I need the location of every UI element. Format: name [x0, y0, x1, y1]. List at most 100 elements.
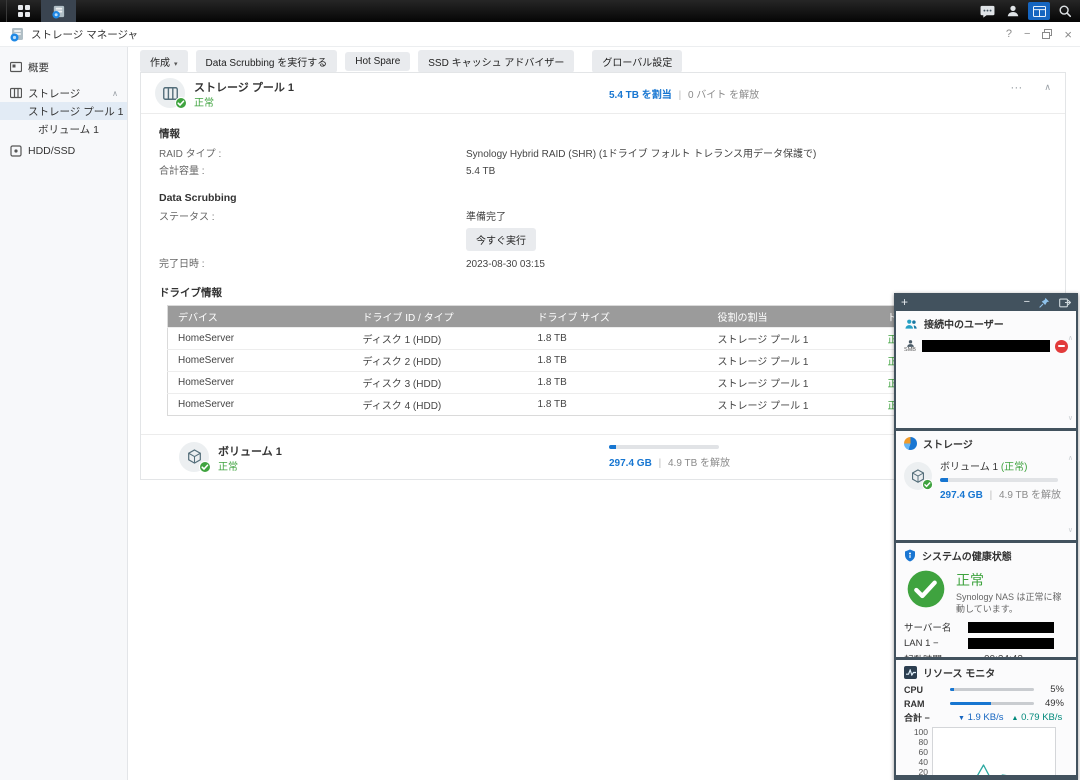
connected-user-row: SMB [903, 339, 1068, 354]
health-status: 正常 [956, 570, 1068, 590]
chart-y-axis: 100806040200 [896, 727, 932, 775]
scrubbing-status-label: ステータス : [159, 209, 466, 226]
health-description: Synology NAS は正常に稼動しています。 [956, 592, 1068, 615]
widget-resource-monitor: リソース モニタ CPU 5% RAM 49% 合計 − ▼ 1.9 KB/s … [896, 660, 1076, 775]
widget-title: システムの健康状態 [922, 548, 1012, 563]
pin-icon[interactable] [1039, 297, 1050, 308]
users-icon [904, 318, 918, 330]
person-icon [1006, 4, 1020, 18]
show-desktop-button[interactable] [0, 0, 7, 22]
scroll-up-icon[interactable]: ∧ [1068, 335, 1073, 342]
widget-volume-status: (正常) [1001, 462, 1028, 473]
run-data-scrubbing-button[interactable]: Data Scrubbing を実行する [196, 50, 338, 73]
widget-title: リソース モニタ [923, 665, 995, 680]
widgets-button[interactable] [1028, 2, 1050, 20]
scroll-down-icon[interactable]: ∨ [1068, 415, 1073, 422]
widget-storage: ストレージ ボリューム 1 (正常) 297.4 GB | 4.9 TB を解放 [896, 431, 1076, 540]
close-button[interactable]: × [1064, 28, 1072, 41]
ram-usage-bar [950, 702, 1034, 705]
resource-monitor-icon [904, 666, 917, 679]
user-menu-button[interactable] [1002, 2, 1024, 20]
cpu-usage-bar [950, 688, 1034, 691]
widget-volume-bar [940, 478, 1058, 482]
taskbar [0, 0, 1080, 22]
volume-free: 4.9 TB を解放 [668, 458, 730, 469]
network-history-line [933, 765, 1053, 775]
create-button[interactable]: 作成▾ [140, 50, 188, 73]
hdd-icon [10, 145, 22, 157]
widget-volume-name: ボリューム 1 (正常) [940, 458, 1070, 473]
sidebar-item-label: ボリューム 1 [38, 122, 99, 137]
network-total-label: 合計 − [904, 711, 950, 724]
completed-date-label: 完了日時 : [159, 256, 466, 273]
healthy-check-icon [175, 97, 187, 109]
healthy-check-icon [199, 461, 211, 473]
collapse-icon[interactable]: ∧ [1044, 83, 1051, 93]
info-heading: 情報 [159, 126, 1065, 141]
healthy-check-icon [922, 479, 934, 491]
scroll-down-icon[interactable]: ∨ [1068, 527, 1073, 534]
sidebar-item-hdd-ssd[interactable]: HDD/SSD [0, 142, 127, 160]
widget-volume-free: 4.9 TB を解放 [999, 490, 1061, 501]
storage-icon [10, 87, 22, 99]
storage-manager-window-icon [9, 26, 25, 42]
volume-icon [179, 442, 209, 472]
capacity-label: 合計容量 : [159, 163, 466, 180]
panel-minimize-button[interactable]: − [1024, 296, 1030, 308]
server-name-label: サーバー名 [904, 620, 968, 634]
help-button[interactable]: ? [1006, 29, 1012, 40]
taskbar-storage-manager-app[interactable] [41, 0, 76, 22]
sidebar-item-label: 概要 [28, 60, 49, 75]
redacted-ip-address [968, 638, 1054, 649]
ram-label: RAM [904, 699, 950, 709]
main-menu-button[interactable] [7, 0, 41, 22]
global-settings-button[interactable]: グローバル設定 [592, 50, 682, 73]
sidebar: 概要 ストレージ ∧ ストレージ プール 1 ボリューム 1 HDD/SSD [0, 46, 128, 780]
chat-bubble-icon [980, 5, 995, 18]
volume-used: 297.4 GB [609, 458, 652, 469]
storage-pool-status: 正常 [194, 94, 214, 109]
search-button[interactable] [1054, 2, 1076, 20]
data-scrubbing-heading: Data Scrubbing [159, 192, 1065, 204]
widget-connected-users: 接続中のユーザー SMB ∧ ∨ [896, 311, 1076, 428]
chevron-up-icon[interactable]: ∧ [112, 89, 118, 98]
storage-pie-icon [904, 437, 917, 450]
sidebar-item-storage-pool-1[interactable]: ストレージ プール 1 [0, 102, 127, 120]
download-speed: 1.9 KB/s [968, 712, 1004, 723]
notifications-button[interactable] [976, 2, 998, 20]
overview-icon [10, 61, 22, 73]
restore-button[interactable] [1042, 29, 1052, 39]
volume-title: ボリューム 1 [218, 443, 282, 459]
redacted-username [922, 340, 1050, 352]
widget-volume-used: 297.4 GB [940, 490, 983, 501]
storage-manager-app-icon [51, 4, 66, 19]
completed-date-value: 2023-08-30 03:15 [466, 256, 1065, 273]
volume-status: 正常 [218, 458, 238, 473]
more-actions-icon[interactable]: ··· [1010, 81, 1022, 93]
capacity-value: 5.4 TB [466, 163, 1065, 180]
raid-type-value: Synology Hybrid RAID (SHR) (1ドライブ フォルト ト… [466, 146, 1065, 163]
hot-spare-button[interactable]: Hot Spare [345, 52, 410, 71]
sidebar-item-label: HDD/SSD [28, 145, 75, 157]
sidebar-item-overview[interactable]: 概要 [0, 58, 127, 76]
widget-title: 接続中のユーザー [924, 316, 1004, 331]
scroll-up-icon[interactable]: ∧ [1068, 455, 1073, 462]
minimize-button[interactable]: − [1024, 29, 1030, 40]
add-widget-button[interactable]: + [901, 295, 908, 309]
widget-title: ストレージ [923, 436, 973, 451]
shield-icon [904, 549, 916, 562]
sidebar-item-label: ストレージ プール 1 [28, 104, 123, 119]
pool-freed: 0 バイト を解放 [688, 90, 759, 101]
uptime-value: 00:24:43 [968, 654, 1068, 657]
window-header: ストレージ マネージャ ? − × [0, 22, 1080, 47]
health-ok-icon [906, 569, 946, 615]
run-now-button[interactable]: 今すぐ実行 [466, 228, 536, 251]
sidebar-item-storage[interactable]: ストレージ ∧ [0, 84, 127, 102]
disconnect-user-button[interactable] [1055, 340, 1068, 353]
detach-panel-icon[interactable] [1059, 297, 1071, 308]
user-connection-icon: SMB [903, 339, 917, 354]
raid-type-label: RAID タイプ : [159, 146, 466, 163]
ssd-cache-advisor-button[interactable]: SSD キャッシュ アドバイザー [418, 50, 574, 73]
sidebar-item-volume-1[interactable]: ボリューム 1 [0, 120, 127, 138]
lan-label: LAN 1 − [904, 638, 968, 649]
